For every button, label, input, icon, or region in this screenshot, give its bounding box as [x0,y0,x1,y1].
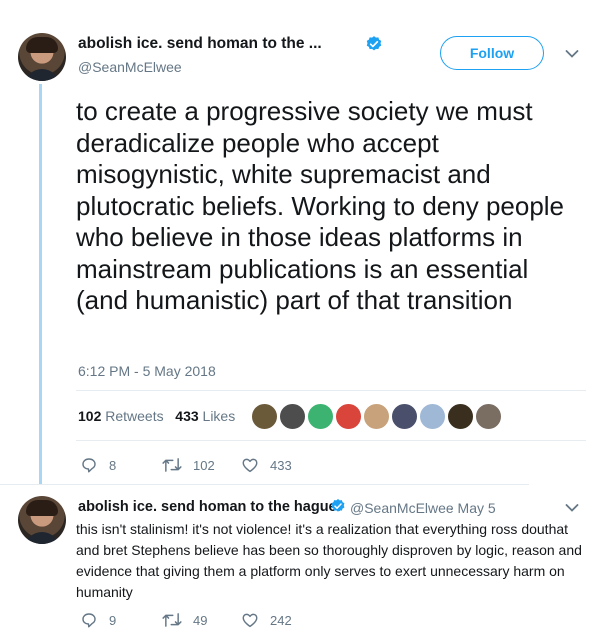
reply-icon [82,613,96,628]
reply-author-avatar[interactable] [18,496,66,544]
follow-button[interactable]: Follow [440,36,544,70]
like-count[interactable]: 433 [175,408,198,424]
chevron-down-icon[interactable] [565,503,579,513]
liker-avatar[interactable] [446,402,475,431]
chevron-down-icon[interactable] [565,49,579,59]
reply-author-handle[interactable]: @SeanMcElwee [350,500,454,516]
like-label[interactable]: Likes [203,408,236,424]
retweet-action[interactable]: 102 [162,456,215,474]
retweet-icon [162,458,182,472]
tweet-timestamp[interactable]: 6:12 PM - 5 May 2018 [78,363,216,379]
divider [76,390,586,391]
like-action-count: 433 [270,457,292,473]
liker-avatar[interactable] [306,402,335,431]
reply-action[interactable]: 9 [80,611,116,629]
engagement-stats: 102 Retweets 433 Likes [78,408,235,424]
liker-avatar[interactable] [390,402,419,431]
liker-avatar[interactable] [474,402,503,431]
divider [0,484,529,485]
tweet-text: to create a progressive society we must … [76,96,565,315]
retweet-action[interactable]: 49 [162,611,207,629]
author-name[interactable]: abolish ice. send homan to the ... [78,35,322,53]
liker-avatar[interactable] [362,402,391,431]
liker-avatar[interactable] [334,402,363,431]
retweet-action-count: 49 [193,612,208,628]
retweet-count[interactable]: 102 [78,408,101,424]
like-action-count: 242 [270,612,292,628]
heart-icon [242,458,258,473]
verified-badge-icon [366,36,382,51]
reply-text: this isn't stalinism! it's not violence!… [76,521,582,600]
liker-avatar[interactable] [418,402,447,431]
author-handle[interactable]: @SeanMcElwee [78,59,182,75]
retweet-icon [162,613,182,627]
author-avatar[interactable] [18,33,66,81]
like-action[interactable]: 433 [241,456,292,474]
reply-count: 8 [109,457,117,473]
reply-count: 9 [109,612,117,628]
retweet-label[interactable]: Retweets [105,408,163,424]
retweet-action-count: 102 [193,457,215,473]
heart-icon [242,613,258,628]
liker-avatar[interactable] [250,402,279,431]
divider [76,440,586,441]
liker-avatar[interactable] [278,402,307,431]
thread-connector-line [39,84,42,484]
reply-icon [82,458,96,473]
like-action[interactable]: 242 [241,611,292,629]
verified-badge-icon [331,499,345,512]
reply-action[interactable]: 8 [80,456,116,474]
reply-author-name[interactable]: abolish ice. send homan to the hague. [78,499,341,515]
reply-date[interactable]: · May 5 [449,500,496,516]
